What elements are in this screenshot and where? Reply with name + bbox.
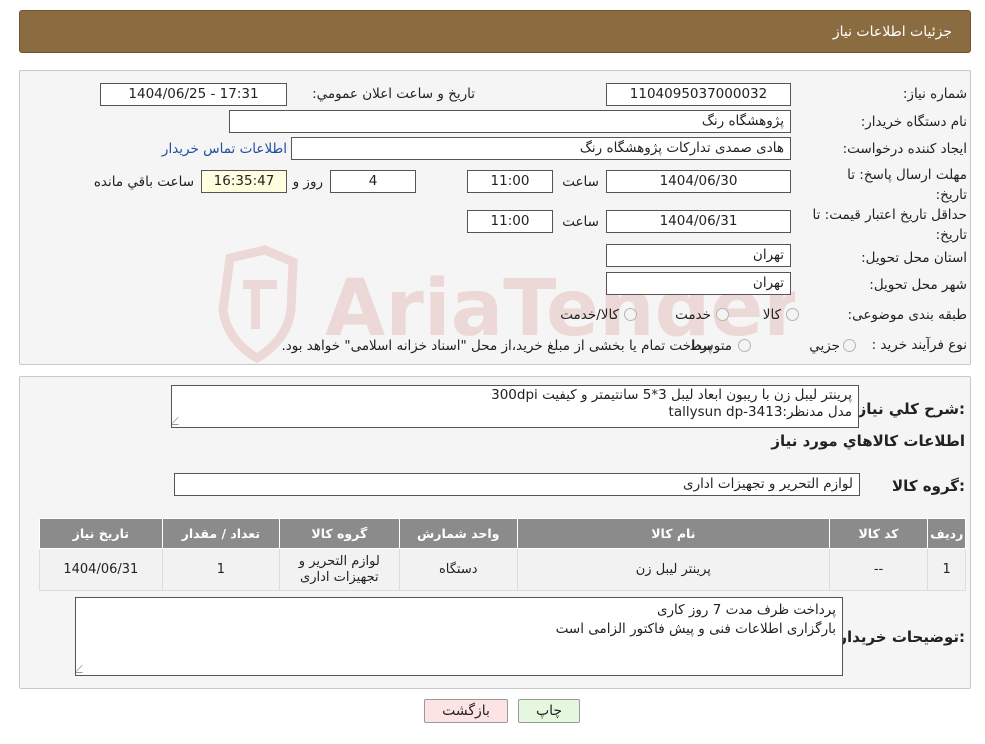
cell-unit: دستگاه bbox=[398, 548, 518, 591]
deadline-time-label: ساعت bbox=[562, 174, 599, 190]
cell-row: 1 bbox=[927, 548, 966, 591]
remaining-time-field: 16:35:47 bbox=[201, 170, 287, 193]
buyer-org-field: پژوهشگاه رنگ bbox=[229, 110, 791, 133]
buyer-contact-link[interactable]: اطلاعات تماس خريدار bbox=[162, 141, 287, 157]
col-name: نام کالا bbox=[516, 518, 830, 549]
deadline-date-field: 1404/06/30 bbox=[606, 170, 791, 193]
goods-info-title: اطلاعات کالاهاي مورد نياز bbox=[771, 432, 965, 450]
page-header: جزئیات اطلاعات نیاز bbox=[19, 10, 971, 53]
page-title: جزئیات اطلاعات نیاز bbox=[832, 24, 952, 40]
announce-datetime-field: 1404/06/25 - 17:31 bbox=[100, 83, 287, 106]
cell-qty: 1 bbox=[161, 548, 281, 591]
col-group: گروه کالا bbox=[279, 518, 400, 549]
province-field: تهران bbox=[606, 244, 791, 267]
category-goods-service-label: کالا/خدمت bbox=[560, 307, 619, 323]
cell-code: -- bbox=[828, 548, 929, 591]
description-label: شرح کلي نياز: bbox=[857, 400, 965, 418]
remaining-time-label: ساعت باقي مانده bbox=[93, 174, 194, 190]
city-label: شهر محل تحويل: bbox=[869, 277, 967, 293]
print-button[interactable]: چاپ bbox=[518, 699, 580, 723]
buyer-notes-label: توضيحات خريدار: bbox=[838, 628, 965, 646]
cell-group: لوازم التحرير و تجهيزات اداری bbox=[279, 548, 400, 591]
validity-time-field: 11:00 bbox=[467, 210, 553, 233]
process-minor-radio[interactable] bbox=[843, 339, 856, 352]
col-unit: واحد شمارش bbox=[398, 518, 518, 549]
cell-date: 1404/06/31 bbox=[39, 548, 163, 591]
deadline-label-line2: تاريخ: bbox=[935, 187, 967, 203]
process-note: پرداخت تمام يا بخشی از مبلغ خريد،از محل … bbox=[281, 338, 712, 354]
province-label: استان محل تحويل: bbox=[861, 250, 967, 266]
description-line-2: مدل مدنظر:tallysun dp-3413 bbox=[668, 404, 852, 420]
description-line-1: پرینتر لیبل زن با ریبون ابعاد لیبل 3*5 س… bbox=[491, 387, 852, 403]
buyer-org-label: نام دستگاه خريدار: bbox=[860, 114, 967, 130]
city-field: تهران bbox=[606, 272, 791, 295]
process-label: نوع فرآيند خريد : bbox=[871, 337, 967, 353]
validity-label: حداقل تاريخ اعتبار قيمت: تا تاريخ: bbox=[813, 205, 967, 245]
cell-name: پرينتر ليبل زن bbox=[516, 548, 830, 591]
table-row: 1 -- پرينتر ليبل زن دستگاه لوازم التحرير… bbox=[39, 548, 966, 591]
process-medium-radio[interactable] bbox=[738, 339, 751, 352]
resize-grip-icon[interactable] bbox=[172, 417, 186, 425]
col-row: رديف bbox=[927, 518, 966, 549]
resize-grip-icon[interactable] bbox=[76, 665, 90, 673]
announce-datetime-value: 1404/06/25 - 17:31 bbox=[128, 86, 259, 102]
validity-date-field: 1404/06/31 bbox=[606, 210, 791, 233]
buyer-notes-line-2: بارگزاری اطلاعات فنی و پیش فاکتور الزامی… bbox=[555, 621, 836, 637]
days-field: 4 bbox=[330, 170, 416, 193]
category-label: طبقه بندی موضوعی: bbox=[847, 307, 967, 323]
announce-label: تاریخ و ساعت اعلان عمومي: bbox=[312, 86, 475, 102]
category-service-label: خدمت bbox=[675, 307, 711, 323]
buyer-notes-line-1: پرداخت ظرف مدت 7 روز کاری bbox=[656, 602, 836, 618]
col-qty: تعداد / مقدار bbox=[161, 518, 281, 549]
goods-table: رديف کد کالا نام کالا واحد شمارش گروه کا… bbox=[39, 518, 966, 591]
days-label: روز و bbox=[292, 174, 323, 190]
category-goods-service-radio[interactable] bbox=[624, 308, 637, 321]
need-number-field: 1104095037000032 bbox=[606, 83, 791, 106]
goods-table-header: رديف کد کالا نام کالا واحد شمارش گروه کا… bbox=[39, 518, 966, 549]
creator-label: ايجاد کننده درخواست: bbox=[842, 141, 967, 157]
need-number-label: شماره نیاز: bbox=[902, 86, 967, 102]
goods-group-field: لوازم التحرير و تجهيزات اداری bbox=[174, 473, 860, 496]
buyer-notes-textarea[interactable]: پرداخت ظرف مدت 7 روز کاری بارگزاری اطلاع… bbox=[75, 597, 843, 676]
category-service-radio[interactable] bbox=[716, 308, 729, 321]
validity-time-label: ساعت bbox=[562, 214, 599, 230]
col-code: کد کالا bbox=[828, 518, 929, 549]
goods-group-label: گروه کالا: bbox=[892, 477, 965, 495]
col-date: تاريخ نياز bbox=[39, 518, 163, 549]
description-textarea[interactable]: پرینتر لیبل زن با ریبون ابعاد لیبل 3*5 س… bbox=[171, 385, 859, 428]
category-goods-radio[interactable] bbox=[786, 308, 799, 321]
deadline-label-line1: مهلت ارسال پاسخ: تا bbox=[847, 167, 967, 183]
category-goods-label: کالا bbox=[762, 307, 781, 323]
validity-label-line2: تاريخ: bbox=[935, 227, 967, 243]
validity-label-line1: حداقل تاريخ اعتبار قيمت: تا bbox=[812, 207, 967, 223]
back-button[interactable]: بازگشت bbox=[424, 699, 508, 723]
process-minor-label: جزيي bbox=[809, 338, 840, 354]
deadline-label: مهلت ارسال پاسخ: تا تاريخ: bbox=[847, 165, 967, 205]
creator-field: هادی صمدی تدارکات پژوهشگاه رنگ bbox=[291, 137, 791, 160]
deadline-time-field: 11:00 bbox=[467, 170, 553, 193]
